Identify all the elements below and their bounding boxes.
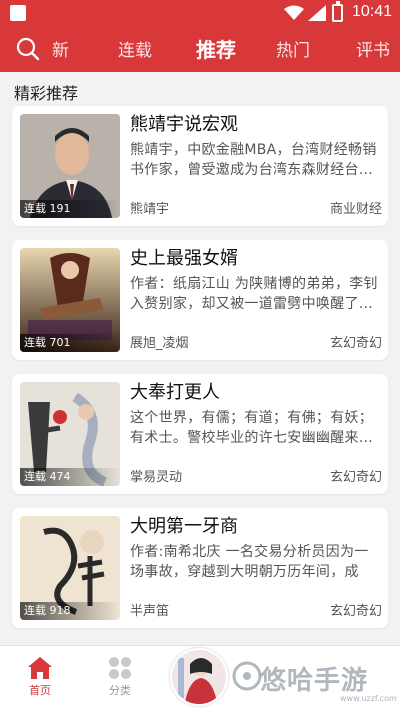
book-genre: 玄幻奇幻 [329, 470, 382, 485]
book-author: 半声笛 [130, 604, 170, 619]
book-cover[interactable]: 连载 191 [20, 114, 120, 218]
tab-recommended[interactable]: 推荐 [196, 34, 236, 63]
tab-popular[interactable]: 热门 [276, 36, 310, 61]
status-bar: 10:41 [0, 0, 400, 26]
book-title: 大奉打更人 [130, 382, 220, 403]
book-description: 熊靖宇，中欧金融MBA，台湾财经畅销书作家，曾受邀成为台湾东森财经台… [130, 142, 377, 178]
watermark-icon [232, 661, 262, 691]
book-author: 掌易灵动 [130, 470, 183, 485]
clock: 10:41 [352, 3, 393, 20]
book-cover[interactable]: 连载 918 [20, 516, 120, 620]
book-author: 熊靖宇 [130, 202, 170, 217]
watermark-text: 悠哈手游 [260, 666, 369, 696]
nav-category[interactable]: 分类 [90, 656, 150, 698]
category-grid-icon [109, 657, 131, 679]
book-author: 展旭_凌烟 [130, 336, 189, 351]
book-genre: 玄幻奇幻 [329, 604, 382, 619]
search-icon[interactable] [16, 37, 40, 61]
book-card[interactable]: 连载 701 史上最强女婿 作者：纸扇江山 为陕赌博的弟弟，李钊入赘别家，却又被… [12, 240, 388, 360]
watermark-logo: 悠哈手游 www.uzzf.com [232, 656, 398, 706]
serial-badge: 连载 474 [20, 468, 120, 486]
book-description: 这个世界，有儒；有道；有佛；有妖；有术士。警校毕业的许七安幽幽醒来… [130, 410, 374, 446]
book-title: 史上最强女婿 [130, 248, 238, 269]
book-description: 作者:南希北庆 一名交易分析员因为一场事故，穿越到大明朝万历年间，成为… [130, 544, 369, 580]
nav-home-label: 首页 [29, 684, 51, 697]
tab-new[interactable]: 新 [52, 36, 69, 61]
nav-category-label: 分类 [109, 684, 131, 697]
book-card[interactable]: 连载 474 大奉打更人 这个世界，有儒；有道；有佛；有妖；有术士。警校毕业的许… [12, 374, 388, 494]
section-title: 精彩推荐 [14, 84, 79, 103]
tab-serialized[interactable]: 连载 [118, 36, 152, 61]
serial-badge: 连载 918 [20, 602, 120, 620]
battery-icon [332, 1, 343, 22]
nav-home[interactable]: 首页 [10, 656, 70, 698]
book-genre: 玄幻奇幻 [329, 336, 382, 351]
top-navigation: 新 连载 推荐 热门 评书 [0, 26, 400, 72]
serial-badge: 连载 701 [20, 334, 120, 352]
book-card[interactable]: 连载 191 熊靖宇说宏观 熊靖宇，中欧金融MBA，台湾财经畅销书作家，曾受邀成… [12, 106, 388, 226]
book-genre: 商业财经 [329, 202, 382, 217]
now-playing-cover [172, 650, 226, 704]
wifi-icon [284, 5, 304, 20]
player-avatar-button[interactable] [170, 648, 228, 706]
serial-badge: 连载 191 [20, 200, 120, 218]
home-icon [28, 657, 52, 679]
signal-icon [308, 5, 326, 21]
tab-storytelling[interactable]: 评书 [356, 36, 390, 61]
notification-icon [10, 5, 26, 21]
book-cover[interactable]: 连载 701 [20, 248, 120, 352]
book-cover[interactable]: 连载 474 [20, 382, 120, 486]
book-title: 大明第一牙商 [130, 516, 238, 537]
book-title: 熊靖宇说宏观 [130, 114, 238, 135]
watermark-url: www.uzzf.com [340, 694, 397, 703]
book-description: 作者：纸扇江山 为陕赌博的弟弟，李钊入赘别家，却又被一道雷劈中唤醒了… [130, 276, 378, 312]
book-card[interactable]: 连载 918 大明第一牙商 作者:南希北庆 一名交易分析员因为一场事故，穿越到大… [12, 508, 388, 628]
